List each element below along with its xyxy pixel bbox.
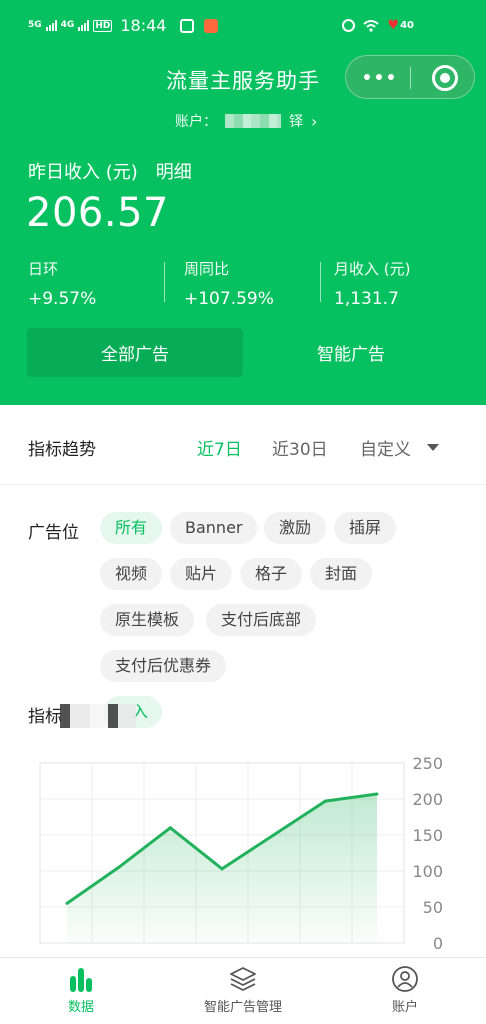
- chip-banner[interactable]: Banner: [170, 512, 258, 544]
- stat-label: 月收入 (元): [334, 260, 411, 278]
- bar-chart-icon: [70, 968, 92, 992]
- account-switcher[interactable]: 账户： 铎 ›: [175, 111, 317, 131]
- y-tick-label: 50: [423, 898, 443, 917]
- clock: 18:44: [120, 16, 167, 35]
- tab-last-30-days[interactable]: 近30日: [272, 435, 328, 460]
- chip-rewarded[interactable]: 激励: [264, 512, 327, 544]
- signal-bars-icon: [78, 20, 90, 31]
- trend-header: 指标趋势 近7日 近30日 自定义: [0, 405, 486, 485]
- stat-week-over-week: 周同比 +107.59%: [184, 258, 274, 309]
- account-label: 账户：: [175, 114, 217, 130]
- close-target-icon[interactable]: [432, 65, 458, 91]
- stat-label: 日环: [28, 260, 59, 278]
- chip-post-payment-coupon[interactable]: 支付后优惠券: [100, 650, 227, 682]
- more-dots-icon[interactable]: [364, 68, 394, 86]
- user-icon: [392, 966, 418, 992]
- status-bar: 5G 4G HD 18:44 ♥ 40: [0, 14, 486, 42]
- status-right: ♥ 40: [342, 18, 414, 33]
- chip-interstitial[interactable]: 插屏: [334, 512, 397, 544]
- battery-level: 40: [400, 20, 414, 31]
- chip-preroll[interactable]: 贴片: [170, 558, 233, 590]
- tab-smart-ad-label: 智能广告管理: [203, 1000, 282, 1015]
- app-notification-icon: [180, 18, 195, 33]
- income-trend-chart: 0 50 100 150 200 250: [39, 754, 443, 953]
- y-tick-label: 150: [412, 826, 443, 845]
- account-name-mosaic: [225, 114, 281, 128]
- detail-link[interactable]: 明细: [156, 158, 192, 184]
- bottom-tab-bar: 数据 智能广告管理 账户: [0, 957, 486, 1024]
- layers-icon: [230, 967, 256, 991]
- battery-icon: ♥ 40: [387, 18, 414, 33]
- alarm-icon: [342, 19, 356, 32]
- tab-smart-ad-management[interactable]: 智能广告管理: [162, 964, 324, 1015]
- stat-day-over-day: 日环 +9.57%: [28, 258, 96, 309]
- stat-monthly-income: 月收入 (元) 1,131.7: [334, 258, 410, 309]
- stat-divider: [320, 262, 321, 302]
- miniprogram-capsule: [345, 55, 475, 99]
- y-tick-label: 0: [433, 934, 443, 953]
- signal-bars-icon: [45, 20, 57, 31]
- network-5g-label: 5G: [28, 20, 42, 30]
- y-tick-label: 200: [412, 790, 443, 809]
- chip-cover[interactable]: 封面: [310, 558, 373, 590]
- yesterday-income-value: 206.57: [26, 190, 169, 236]
- app-notification-icon: [204, 18, 219, 33]
- chart-data-point: [65, 901, 69, 905]
- chart-data-point: [375, 792, 379, 796]
- account-suffix: 铎: [289, 114, 303, 130]
- hd-badge: HD: [93, 19, 113, 32]
- stat-value: +107.59%: [184, 289, 274, 309]
- chart-data-point: [220, 867, 224, 871]
- chart-data-point: [117, 865, 121, 869]
- tab-data[interactable]: 数据: [0, 964, 162, 1015]
- stat-value: 1,131.7: [334, 289, 399, 309]
- metric-label: 指标: [28, 707, 62, 727]
- chip-native-template[interactable]: 原生模板: [100, 604, 195, 636]
- smart-ads-button[interactable]: 智能广告: [243, 328, 459, 377]
- chip-grid[interactable]: 格子: [240, 558, 303, 590]
- header-panel: 5G 4G HD 18:44 ♥ 40 流量主服务助手 账户： 铎 › 昨日收入 …: [0, 0, 486, 405]
- network-4g-label: 4G: [60, 20, 75, 30]
- tab-last-7-days[interactable]: 近7日: [197, 435, 242, 460]
- tab-custom-range[interactable]: 自定义: [360, 435, 411, 460]
- status-left: 5G 4G HD 18:44: [28, 16, 224, 35]
- tab-data-label: 数据: [67, 1000, 94, 1015]
- chip-post-payment-bottom[interactable]: 支付后底部: [206, 604, 317, 636]
- wifi-icon: [363, 19, 380, 32]
- chart-data-point: [323, 799, 327, 803]
- chevron-down-icon[interactable]: [427, 444, 439, 451]
- yesterday-income-label: 昨日收入 (元): [28, 162, 138, 183]
- stat-divider: [164, 262, 165, 302]
- all-ads-button[interactable]: 全部广告: [27, 328, 243, 377]
- yesterday-income-header: 昨日收入 (元) 明细: [28, 158, 192, 184]
- tab-account[interactable]: 账户: [324, 964, 486, 1015]
- chip-video[interactable]: 视频: [100, 558, 163, 590]
- tab-account-label: 账户: [391, 1000, 418, 1015]
- chip-all[interactable]: 所有: [100, 512, 163, 544]
- chart-data-point: [168, 826, 172, 830]
- y-tick-label: 250: [412, 754, 443, 773]
- stat-label: 周同比: [184, 260, 230, 278]
- metric-mosaic: [60, 704, 136, 728]
- y-tick-label: 100: [412, 862, 443, 881]
- ad-position-label: 广告位: [28, 523, 79, 543]
- chevron-right-icon: ›: [311, 111, 318, 131]
- stat-value: +9.57%: [28, 289, 97, 309]
- capsule-divider: [410, 67, 411, 89]
- trend-title: 指标趋势: [28, 440, 96, 460]
- chart-data-point: [272, 833, 276, 837]
